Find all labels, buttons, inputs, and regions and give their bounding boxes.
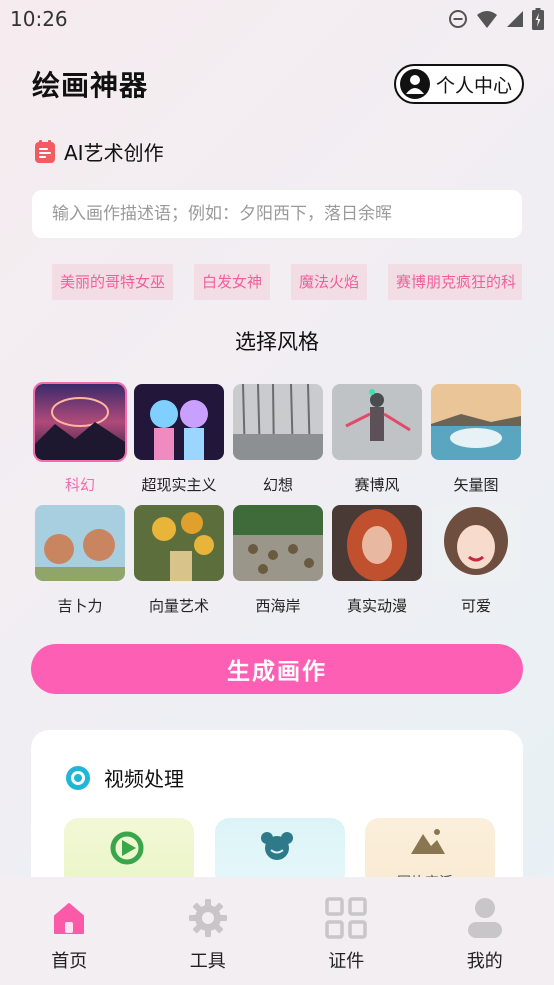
style-thumbnail-scifi	[33, 382, 127, 462]
nav-label: 首页	[51, 951, 88, 972]
nav-item-me[interactable]: 我的	[416, 877, 554, 985]
profile-center-button[interactable]: 个人中心	[394, 64, 524, 104]
style-label: 真实动漫	[346, 597, 407, 615]
style-option-vector-art[interactable]: 向量艺术	[134, 505, 224, 616]
style-label: 幻想	[262, 476, 293, 494]
style-thumbnail-vector	[431, 384, 521, 460]
nav-label: 证件	[328, 951, 365, 972]
style-thumbnail-fantasy	[233, 384, 323, 460]
style-section-title: 选择风格	[235, 330, 319, 354]
style-option-surrealism[interactable]: 超现实主义	[134, 384, 224, 495]
home-icon	[0, 895, 139, 941]
user-avatar-icon	[400, 69, 430, 99]
status-bar: 10:26	[0, 0, 554, 38]
prompt-tag[interactable]: 魔法火焰	[291, 264, 368, 300]
battery-icon	[532, 8, 544, 30]
style-label: 赛博风	[354, 476, 400, 494]
do-not-disturb-icon	[449, 10, 467, 28]
style-label: 向量艺术	[148, 597, 209, 615]
prompt-tag[interactable]: 美丽的哥特女巫	[52, 264, 174, 300]
style-thumbnail-cyberpunk	[332, 384, 422, 460]
style-option-realistic-anime[interactable]: 真实动漫	[332, 505, 422, 616]
camera-ring-icon	[66, 765, 90, 790]
prompt-tag[interactable]: 白发女神	[194, 264, 271, 300]
style-option-cute[interactable]: 可爱	[431, 505, 521, 616]
prompt-input[interactable]	[32, 190, 522, 238]
video-processing-title: 视频处理	[104, 767, 184, 791]
bottom-navigation: 首页 工具 证件 我的	[0, 877, 554, 985]
ai-art-section-title: AI艺术创作	[64, 141, 164, 165]
wifi-icon	[477, 11, 497, 28]
header: 绘画神器 个人中心	[0, 62, 554, 106]
style-option-cyberpunk[interactable]: 赛博风	[332, 384, 422, 495]
style-thumbnail-realistic-anime	[332, 505, 422, 581]
nav-item-home[interactable]: 首页	[0, 877, 139, 985]
style-thumbnail-west-coast	[233, 505, 323, 581]
generate-artwork-button[interactable]: 生成画作	[31, 644, 523, 694]
nav-item-tools[interactable]: 工具	[139, 877, 278, 985]
app-title: 绘画神器	[32, 69, 149, 102]
style-option-west-coast[interactable]: 西海岸	[233, 505, 323, 616]
nav-label: 工具	[189, 951, 226, 972]
style-thumbnail-cute	[431, 505, 521, 581]
profile-center-label: 个人中心	[436, 74, 513, 97]
style-option-fantasy[interactable]: 幻想	[233, 384, 323, 495]
style-label: 吉卜力	[57, 597, 103, 615]
user-icon	[416, 895, 554, 941]
style-label: 矢量图	[453, 476, 499, 494]
notepad-icon	[35, 139, 55, 163]
style-thumbnail-vector-art	[134, 505, 224, 581]
signal-icon	[507, 11, 523, 27]
nav-item-id-documents[interactable]: 证件	[277, 877, 416, 985]
status-icons	[448, 8, 544, 30]
style-thumbnail-ghibli	[35, 505, 125, 581]
video-processing-header: 视频处理	[64, 763, 184, 792]
style-thumbnail-surrealism	[134, 384, 224, 460]
nav-label: 我的	[466, 951, 503, 972]
style-option-ghibli[interactable]: 吉卜力	[35, 505, 125, 616]
gear-icon	[139, 895, 278, 941]
grid-icon	[277, 895, 416, 941]
style-option-vector[interactable]: 矢量图	[431, 384, 521, 495]
style-option-scifi[interactable]: 科幻	[33, 382, 127, 495]
style-label: 科幻	[64, 476, 95, 494]
prompt-tag[interactable]: 赛博朋克疯狂的科	[388, 264, 522, 300]
prompt-tag-row: 美丽的哥特女巫 白发女神 魔法火焰 赛博朋克疯狂的科	[52, 264, 522, 300]
status-time: 10:26	[10, 7, 68, 31]
style-label: 可爱	[460, 597, 491, 615]
style-label: 西海岸	[255, 597, 301, 615]
ai-art-section-header: AI艺术创作	[34, 137, 164, 166]
style-label: 超现实主义	[141, 476, 217, 494]
